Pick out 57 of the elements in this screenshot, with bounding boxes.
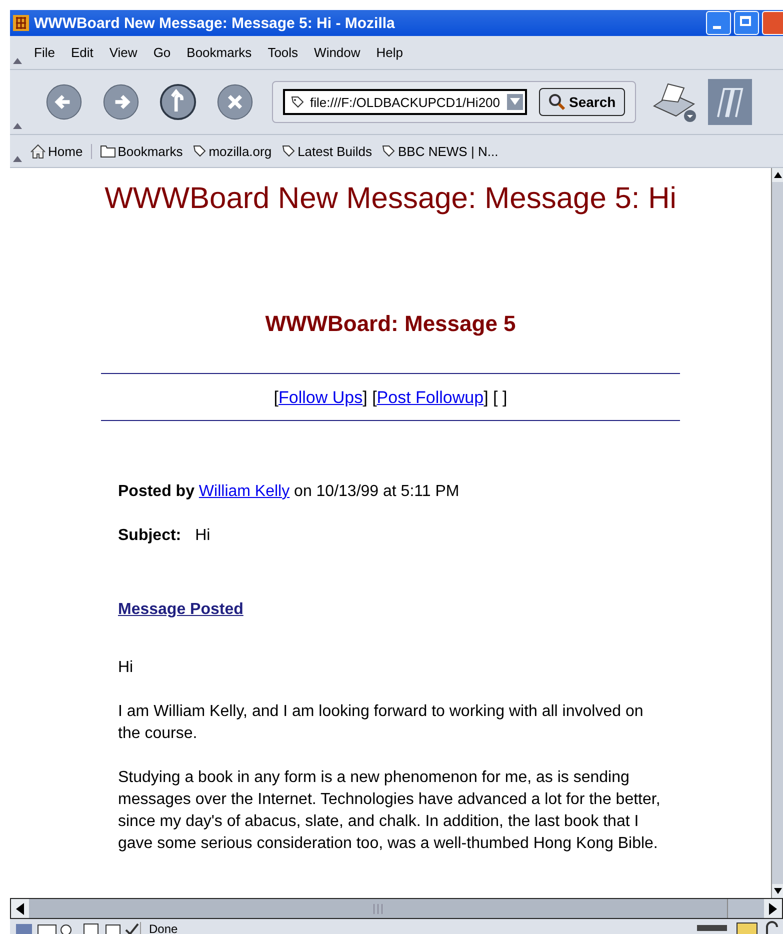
- bookmark-tag-icon: [380, 143, 396, 159]
- menu-item[interactable]: Help: [368, 45, 412, 60]
- folder-icon: [100, 144, 116, 158]
- reload-button[interactable]: [159, 83, 197, 121]
- bracket-text: ] [ ]: [484, 388, 508, 407]
- maximize-button[interactable]: [734, 11, 759, 35]
- stop-button[interactable]: [216, 83, 254, 121]
- back-button[interactable]: [45, 83, 83, 121]
- nav-link[interactable]: Follow Ups: [278, 388, 363, 407]
- scroll-up-icon[interactable]: [774, 172, 782, 178]
- bookmark-item[interactable]: mozilla.org: [186, 143, 276, 159]
- menu-item[interactable]: File: [26, 45, 63, 60]
- window-title: WWWBoard New Message: Message 5: Hi - Mozilla: [34, 14, 395, 32]
- bracket-text: [: [274, 388, 279, 407]
- search-icon: [548, 93, 566, 111]
- mozilla-logo-icon: [708, 79, 752, 125]
- close-button[interactable]: [762, 11, 783, 35]
- bookmark-item[interactable]: Bookmarks: [96, 144, 187, 158]
- scroll-left-icon[interactable]: [16, 902, 24, 914]
- grip-icon[interactable]: [373, 904, 383, 914]
- message-paragraph: Hi: [118, 658, 134, 678]
- bracket-text: ] [: [362, 388, 377, 407]
- scroll-right-icon[interactable]: [769, 902, 777, 914]
- subject-label: Subject:: [118, 527, 182, 545]
- collapse-grip-icon[interactable]: [13, 123, 22, 129]
- address-field[interactable]: file:///F:/OLDBACKUPCD1/Hi200: [283, 89, 527, 115]
- bookmark-tag-icon: [280, 143, 296, 159]
- posted-by-line: Posted by William Kelly on 10/13/99 at 5:11 PM: [118, 483, 460, 501]
- bookmark-item[interactable]: BBC NEWS | N...: [376, 143, 502, 159]
- minimize-button[interactable]: [706, 11, 731, 35]
- search-button[interactable]: Search: [539, 88, 625, 116]
- bookmark-item[interactable]: Home: [26, 144, 92, 158]
- scroll-down-icon[interactable]: [774, 888, 782, 894]
- menu-item[interactable]: Tools: [260, 45, 306, 60]
- status-text: Done: [148, 922, 179, 934]
- collapse-grip-icon[interactable]: [13, 58, 22, 64]
- bookmark-tag-icon: [190, 143, 207, 159]
- menu-item[interactable]: Bookmarks: [178, 45, 260, 60]
- message-heading: WWWBoard: Message 5: [264, 311, 517, 337]
- app-icon: [12, 14, 30, 32]
- dropdown-icon[interactable]: [507, 94, 523, 110]
- forward-button[interactable]: [102, 83, 140, 121]
- menu-item[interactable]: Go: [145, 45, 179, 60]
- page-title: WWWBoard New Message: Message 5: Hi: [104, 182, 678, 216]
- message-paragraph: I am William Kelly, and I am looking forward to working with all involved on the course.: [118, 702, 644, 744]
- author-link[interactable]: William Kelly: [198, 483, 290, 500]
- menu-item[interactable]: Edit: [62, 45, 102, 60]
- message-paragraph: Studying a book in any form is a new phenomenon for me, as is sending messages over the Internet. Technologies have advanced a lot for the better, since my day's of abacus, slate, and chalk. In addition, the last book that I gave some serious consideration too, was a well-thumbed Hong Kong Bible.: [118, 768, 662, 854]
- bookmark-tag-icon: [289, 94, 305, 110]
- bookmark-item[interactable]: Latest Builds: [276, 143, 376, 159]
- subject-value: Hi: [195, 527, 210, 545]
- home-icon: [30, 144, 46, 158]
- collapse-grip-icon[interactable]: [13, 156, 22, 162]
- message-posted-link[interactable]: Message Posted: [118, 601, 244, 619]
- nav-link[interactable]: Post Followup: [376, 388, 484, 407]
- menu-item[interactable]: Window: [306, 45, 368, 60]
- menu-item[interactable]: View: [101, 45, 146, 60]
